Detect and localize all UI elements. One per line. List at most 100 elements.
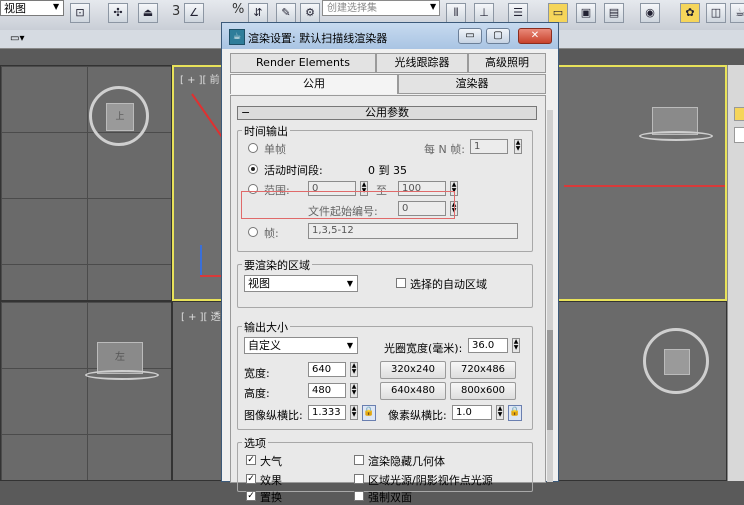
curve-editor-icon[interactable]: ▣ xyxy=(576,3,596,23)
render-production-icon[interactable]: ☕ xyxy=(730,3,744,23)
rendered-frame-window-icon[interactable]: ◫ xyxy=(706,3,726,23)
width-spinner[interactable]: ▲ ▼ xyxy=(350,362,358,377)
named-selection-icon[interactable]: ⚙ xyxy=(300,3,320,23)
dialog-titlebar[interactable]: ☕ 渲染设置: 默认扫描线渲染器 ▭ ▢ ✕ xyxy=(222,23,558,49)
preset-720x486-button[interactable]: 720x486 xyxy=(450,361,516,379)
output-size-combo[interactable]: 自定义 ▼ xyxy=(244,337,358,354)
pixel-aspect-label: 像素纵横比: xyxy=(388,409,447,422)
chevron-down-icon: ▼ xyxy=(346,341,353,350)
viewport-top-left[interactable]: 上 xyxy=(0,65,172,301)
image-aspect-field[interactable]: 1.333 xyxy=(308,405,346,420)
scrollbar-thumb[interactable] xyxy=(547,330,553,430)
viewcube-face xyxy=(664,349,690,375)
output-size-group: 输出大小 自定义 ▼ 光圈宽度(毫米): 36.0 ▲ ▼ 宽度: 640 ▲ ▼ … xyxy=(237,319,533,430)
viewport-label[interactable]: [ + ][ 透 xyxy=(181,308,221,323)
active-range-value: 0 到 35 xyxy=(368,164,407,177)
common-tab-panel: − 公用参数 时间输出 单帧 每 N 帧: 1 ▲ ▼ 活动时间段: 0 到 35… xyxy=(230,95,546,504)
angle-snap-icon[interactable]: ∠ xyxy=(184,3,204,23)
material-editor-icon[interactable]: ◉ xyxy=(640,3,660,23)
viewcube-icon[interactable] xyxy=(643,328,709,394)
rollout-common-parameters[interactable]: − 公用参数 xyxy=(237,106,537,120)
render-setup-icon[interactable]: ✿ xyxy=(680,3,700,23)
minimize-button[interactable]: ▭ xyxy=(458,28,482,44)
render-hidden-checkbox[interactable] xyxy=(354,455,364,465)
dialog-title: 渲染设置: 默认扫描线渲染器 xyxy=(248,32,388,45)
viewport-label[interactable]: [ + ][ 前 xyxy=(180,71,220,86)
tab-raytracer[interactable]: 光线跟踪器 xyxy=(376,53,468,73)
group-label: 选项 xyxy=(242,435,268,451)
lock-icon[interactable]: 🔒 xyxy=(362,405,376,421)
group-label: 输出大小 xyxy=(242,319,290,335)
displacement-label: 置换 xyxy=(260,491,282,504)
spinner-snap-icon[interactable]: ⇵ xyxy=(248,3,268,23)
auto-region-label: 选择的自动区域 xyxy=(410,278,487,291)
render-setup-dialog[interactable]: ☕ 渲染设置: 默认扫描线渲染器 ▭ ▢ ✕ Render Elements 光… xyxy=(221,22,559,504)
displacement-checkbox[interactable]: ✓ xyxy=(246,491,256,501)
area-lights-checkbox[interactable] xyxy=(354,474,364,484)
layer-manager-icon[interactable]: ☰ xyxy=(508,3,528,23)
command-panel[interactable] xyxy=(727,65,744,481)
area-combo-value: 视图 xyxy=(248,277,270,290)
preset-800x600-button[interactable]: 800x600 xyxy=(450,382,516,400)
tab-common[interactable]: 公用 xyxy=(230,74,398,94)
aperture-field[interactable]: 36.0 xyxy=(468,338,508,353)
single-frame-radio[interactable] xyxy=(248,143,258,153)
viewcube-ring-icon xyxy=(639,131,713,141)
edit-named-selection-icon[interactable]: ✎ xyxy=(276,3,296,23)
every-n-spinner[interactable]: ▲ ▼ xyxy=(514,139,522,154)
pixel-aspect-spinner[interactable]: ▲ ▼ xyxy=(496,405,504,420)
align-icon[interactable]: ⊥ xyxy=(474,3,494,23)
tab-renderer[interactable]: 渲染器 xyxy=(398,74,546,94)
active-segment-radio[interactable] xyxy=(248,164,258,174)
height-label: 高度: xyxy=(244,387,270,400)
single-frame-label: 单帧 xyxy=(264,143,286,156)
maximize-button[interactable]: ▢ xyxy=(486,28,510,44)
width-label: 宽度: xyxy=(244,367,270,380)
force-two-sided-label: 强制双面 xyxy=(368,491,412,504)
frames-field[interactable]: 1,3,5-12 xyxy=(308,223,518,239)
lock-icon[interactable]: 🔒 xyxy=(508,405,522,421)
chevron-down-icon: ▼ xyxy=(53,2,60,11)
tab-render-elements[interactable]: Render Elements xyxy=(230,53,376,73)
auto-region-checkbox[interactable] xyxy=(396,278,406,288)
area-to-render-combo[interactable]: 视图 ▼ xyxy=(244,275,358,292)
panel-tab-icon[interactable] xyxy=(734,127,744,143)
viewcube-icon[interactable]: 上 xyxy=(89,86,149,146)
chevron-down-icon: ▼ xyxy=(346,279,353,288)
graphite-tools-icon[interactable]: ▭ xyxy=(548,3,568,23)
aperture-spinner[interactable]: ▲ ▼ xyxy=(512,338,520,353)
area-to-render-group: 要渲染的区域 视图 ▼ 选择的自动区域 xyxy=(237,257,533,308)
pivot-icon[interactable]: ⊡ xyxy=(70,3,90,23)
app-teapot-icon: ☕ xyxy=(229,29,245,45)
move-gizmo-icon[interactable]: ✣ xyxy=(108,3,128,23)
atmosphere-checkbox[interactable]: ✓ xyxy=(246,455,256,465)
force-two-sided-checkbox[interactable] xyxy=(354,491,364,501)
pixel-aspect-field[interactable]: 1.0 xyxy=(452,405,492,420)
group-label: 时间输出 xyxy=(242,123,290,139)
options-group: 选项 ✓ 大气 ✓ 效果 ✓ 置换 渲染隐藏几何体 区域光源/阴影视作点光源 强… xyxy=(237,435,533,504)
snap-toggle-number[interactable]: 3 xyxy=(172,4,180,19)
rollout-title: 公用参数 xyxy=(365,106,409,119)
width-field[interactable]: 640 xyxy=(308,362,346,377)
frames-radio[interactable] xyxy=(248,227,258,237)
image-aspect-spinner[interactable]: ▲ ▼ xyxy=(350,405,358,420)
viewport-bottom-left[interactable]: 左 xyxy=(0,301,172,481)
effects-checkbox[interactable]: ✓ xyxy=(246,474,256,484)
schematic-view-icon[interactable]: ▤ xyxy=(604,3,624,23)
percent-snap-icon[interactable]: % xyxy=(232,2,244,17)
image-aspect-label: 图像纵横比: xyxy=(244,409,303,422)
ribbon-toggle-icon[interactable]: ▭▾ xyxy=(10,33,24,44)
height-spinner[interactable]: ▲ ▼ xyxy=(350,383,358,398)
every-n-field[interactable]: 1 xyxy=(470,139,508,154)
preset-640x480-button[interactable]: 640x480 xyxy=(380,382,446,400)
mirror-icon[interactable]: ⫴ xyxy=(446,3,466,23)
close-button[interactable]: ✕ xyxy=(518,28,552,44)
keyboard-shortcut-icon[interactable]: ⏏ xyxy=(138,3,158,23)
active-segment-label: 活动时间段: xyxy=(264,164,323,177)
tab-advanced-lighting[interactable]: 高级照明 xyxy=(468,53,546,73)
named-selection-set-combo[interactable]: 创建选择集 xyxy=(322,0,440,16)
panel-tab-icon[interactable] xyxy=(734,107,744,121)
frames-label: 帧: xyxy=(264,227,279,240)
height-field[interactable]: 480 xyxy=(308,383,346,398)
preset-320x240-button[interactable]: 320x240 xyxy=(380,361,446,379)
